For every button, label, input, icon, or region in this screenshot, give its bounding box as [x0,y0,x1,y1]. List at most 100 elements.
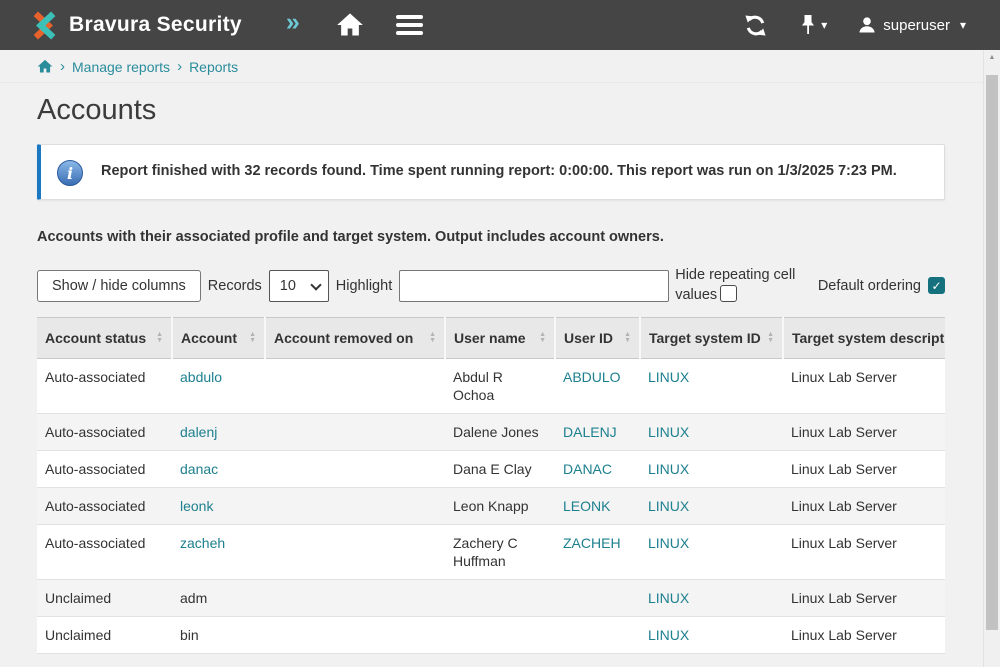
cell-account-status: Auto-associated [37,525,172,580]
target-system-id-link[interactable]: LINUX [648,369,689,385]
target-system-id-link[interactable]: LINUX [648,535,689,551]
brand-logo[interactable]: Bravura Security [28,9,242,42]
cell-user-name: Abdul R Ochoa [445,359,555,414]
column-label: Target system description [792,330,945,346]
pin-menu[interactable]: ▾ [799,14,827,36]
breadcrumb-reports[interactable]: Reports [189,59,238,75]
table-row: Auto-associatedleonkLeon KnappLEONKLINUX… [37,488,945,525]
report-status-message: Report finished with 32 records found. T… [101,158,897,182]
user-id-link[interactable]: DANAC [563,461,612,477]
breadcrumb-home-icon[interactable] [37,59,53,74]
target-system-id-link[interactable]: LINUX [648,627,689,643]
scroll-up-arrow[interactable]: ▲ [984,50,1000,65]
column-header-target-system-id[interactable]: Target system ID▲▼ [640,318,783,359]
user-menu[interactable]: superuser ▾ [857,15,966,35]
hide-repeating-checkbox[interactable] [720,285,737,302]
cell-target-system-id: LINUX [640,414,783,451]
breadcrumb: › Manage reports › Reports [0,50,1000,83]
column-header-account-removed-on[interactable]: Account removed on ▲▼ [265,318,445,359]
cell-account-status: Auto-associated [37,359,172,414]
double-chevron-right-icon[interactable]: » [286,10,300,40]
cell-user-id: ABDULO [555,359,640,414]
cell-account: leonk [172,488,265,525]
home-icon[interactable] [336,12,364,38]
cell-user-name: Dana E Clay [445,451,555,488]
table-row: UnclaimedbinLINUXLinux Lab Server [37,617,945,654]
cell-user-id: ZACHEH [555,525,640,580]
scrollbar-thumb[interactable] [986,75,998,630]
cell-target-system-description: Linux Lab Server [783,580,945,617]
hide-repeating-values-option: Hide repeating cell values [675,266,817,305]
highlight-input[interactable] [399,270,669,302]
cell-user-name: Dalene Jones [445,414,555,451]
cell-account-status: Auto-associated [37,451,172,488]
cell-target-system-id: LINUX [640,359,783,414]
user-id-link[interactable]: ABDULO [563,369,621,385]
records-per-page-select[interactable]: 10 [269,270,329,302]
column-label: Account [181,330,237,346]
cell-account-removed-on [265,414,445,451]
cell-target-system-id: LINUX [640,488,783,525]
info-icon: i [57,160,83,186]
cell-account: adm [172,580,265,617]
breadcrumb-separator: › [177,58,182,75]
breadcrumb-manage-reports[interactable]: Manage reports [72,59,170,75]
sort-icon: ▲▼ [429,332,436,344]
target-system-id-link[interactable]: LINUX [648,461,689,477]
account-link[interactable]: zacheh [180,535,225,551]
cell-target-system-description: Linux Lab Server [783,488,945,525]
sort-icon: ▲▼ [624,332,631,344]
target-system-id-link[interactable]: LINUX [648,424,689,440]
records-label: Records [208,278,262,294]
page-title: Accounts [37,94,945,127]
column-label: Target system ID [649,330,761,346]
cell-user-id [555,617,640,654]
cell-target-system-description: Linux Lab Server [783,451,945,488]
refresh-icon[interactable] [744,14,767,37]
cell-account-removed-on [265,617,445,654]
table-row: Auto-associated danac Dana E Clay DANAC LINU… [37,451,945,488]
cell-account-removed-on [265,580,445,617]
column-label: Account removed on [274,330,413,346]
cell-target-system-id: LINUX [640,617,783,654]
cell-user-id: LEONK [555,488,640,525]
user-id-link[interactable]: LEONK [563,498,610,514]
cell-account: zacheh [172,525,265,580]
menu-icon[interactable] [396,15,423,35]
cell-target-system-id: LINUX [640,525,783,580]
show-hide-columns-button[interactable]: Show / hide columns [37,270,201,302]
target-system-id-link[interactable]: LINUX [648,498,689,514]
table-controls: Show / hide columns Records 10 Highlight… [37,266,945,305]
cell-account-status: Unclaimed [37,580,172,617]
account-link[interactable]: leonk [180,498,213,514]
column-header-user-id[interactable]: User ID▲▼ [555,318,640,359]
account-link[interactable]: danac [180,461,218,477]
user-id-link[interactable]: ZACHEH [563,535,621,551]
user-id-link[interactable]: DALENJ [563,424,617,440]
target-system-id-link[interactable]: LINUX [648,590,689,606]
account-link[interactable]: abdulo [180,369,222,385]
default-ordering-checkbox[interactable]: ✓ [928,277,945,294]
column-header-account-status[interactable]: Account status▲▼ [37,318,172,359]
person-icon [857,15,877,35]
column-header-user-name[interactable]: User name ▲▼ [445,318,555,359]
chevron-down-icon: ▾ [821,18,827,32]
column-header-target-system-description[interactable]: Target system description▲▼ [783,318,945,359]
vertical-scrollbar[interactable]: ▲ [983,50,1000,667]
cell-user-name [445,580,555,617]
main-content: Accounts i Report finished with 32 recor… [0,94,1000,654]
column-label: Account status [45,330,146,346]
table-row: Auto-associateddalenjDalene JonesDALENJL… [37,414,945,451]
account-link[interactable]: dalenj [180,424,217,440]
table-header-row: Account status▲▼Account▲▼Account removed… [37,318,945,359]
sort-icon: ▲▼ [539,332,546,344]
bravura-logo-icon [28,9,61,42]
column-header-account[interactable]: Account▲▼ [172,318,265,359]
records-select-wrap: 10 [269,270,329,302]
cell-target-system-id: LINUX [640,451,783,488]
table-row: Auto-associated abdulo Abdul R Ochoa ABDULO… [37,359,945,414]
column-label: User name [454,330,526,346]
pushpin-icon [799,14,817,36]
cell-user-id: DANAC [555,451,640,488]
accounts-table: Account status▲▼Account▲▼Account removed… [37,317,945,654]
